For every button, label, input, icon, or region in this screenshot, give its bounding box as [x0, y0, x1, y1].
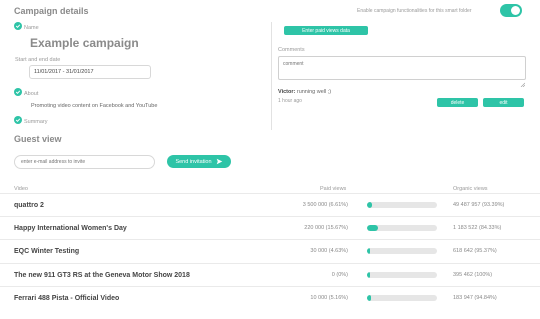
comment-textarea[interactable] — [278, 56, 526, 80]
paid-ratio-bar — [367, 202, 437, 208]
column-header-organic-views: Organic views — [453, 186, 488, 192]
video-title[interactable]: quattro 2 — [14, 202, 44, 209]
paid-views-value: 10 000 (5.16%) — [310, 294, 348, 301]
paid-ratio-fill — [367, 294, 371, 301]
paid-views-value: 3 500 000 (6.61%) — [302, 202, 348, 208]
video-title[interactable]: Happy International Women's Day — [14, 225, 127, 232]
check-icon — [14, 88, 22, 96]
column-header-paid-views: Paid views — [320, 186, 347, 192]
resize-handle-icon[interactable] — [520, 74, 526, 88]
about-text: Promoting video content on Facebook and … — [31, 103, 158, 109]
organic-views-value: 1 183 522 (84.33%) — [453, 225, 502, 232]
section-title-guest-view: Guest view — [14, 134, 62, 144]
table-row[interactable]: Happy International Women's Day 220 000 (… — [0, 216, 540, 239]
video-title[interactable]: Ferrari 488 Pista - Official Video — [14, 295, 119, 302]
date-range-input[interactable]: 11/01/2017 - 31/01/2017 — [29, 65, 151, 79]
edit-comment-button[interactable]: edit — [483, 98, 524, 107]
paid-ratio-bar — [367, 225, 437, 232]
organic-views-value: 618 642 (95.37%) — [453, 248, 497, 255]
column-header-video: Video — [14, 186, 28, 192]
campaign-name: Example campaign — [30, 36, 139, 50]
video-title[interactable]: EQC Winter Testing — [14, 248, 79, 255]
table-row[interactable]: quattro 2 3 500 000 (6.61%) 49 487 957 (93… — [0, 193, 540, 216]
name-label: Name — [24, 25, 39, 31]
column-divider — [271, 22, 272, 130]
toggle-knob — [511, 6, 520, 15]
organic-views-value: 49 487 957 (93.39%) — [453, 202, 505, 208]
check-icon — [14, 22, 22, 30]
comment-author: Victor: — [278, 89, 296, 95]
send-icon — [216, 158, 222, 165]
paid-ratio-bar — [367, 271, 437, 278]
organic-views-value: 183 947 (94.84%) — [453, 294, 497, 301]
paid-ratio-bar — [367, 294, 437, 301]
date-label: Start and end date — [15, 57, 61, 63]
paid-ratio-fill — [367, 202, 372, 208]
video-title[interactable]: The new 911 GT3 RS at the Geneva Motor S… — [14, 272, 190, 279]
paid-views-value: 30 000 (4.63%) — [310, 248, 348, 255]
comment-time: 1 hour ago — [278, 98, 302, 104]
campaign-toggle[interactable] — [500, 4, 522, 17]
paid-ratio-fill — [367, 271, 370, 278]
comment-line: Victor: running well ;) — [278, 89, 331, 95]
about-label: About — [24, 91, 39, 97]
organic-views-value: 395 462 (100%) — [453, 271, 493, 278]
paid-ratio-bar — [367, 248, 437, 255]
toggle-label: Enable campaign functionalities for this… — [357, 8, 472, 14]
summary-label: Summary — [24, 119, 48, 125]
paid-ratio-fill — [367, 225, 378, 232]
delete-comment-button[interactable]: delete — [437, 98, 478, 107]
send-invitation-button[interactable]: Send invitation — [167, 155, 231, 168]
paid-views-value: 0 (0%) — [331, 271, 348, 278]
comment-text: running well ;) — [296, 89, 332, 95]
paid-views-value: 220 000 (15.67%) — [304, 225, 348, 232]
comments-label: Comments — [278, 47, 305, 53]
enter-paid-views-button[interactable]: Enter paid views data — [284, 26, 368, 35]
send-invitation-label: Send invitation — [175, 158, 212, 165]
section-title-campaign-details: Campaign details — [14, 6, 89, 16]
table-row[interactable]: Ferrari 488 Pista - Official Video 10 000… — [0, 286, 540, 309]
table-row[interactable]: EQC Winter Testing 30 000 (4.63%) 618 642 … — [0, 239, 540, 262]
check-icon — [14, 116, 22, 124]
paid-ratio-fill — [367, 248, 371, 255]
table-row[interactable]: The new 911 GT3 RS at the Geneva Motor S… — [0, 263, 540, 286]
invite-email-input[interactable] — [14, 155, 155, 169]
